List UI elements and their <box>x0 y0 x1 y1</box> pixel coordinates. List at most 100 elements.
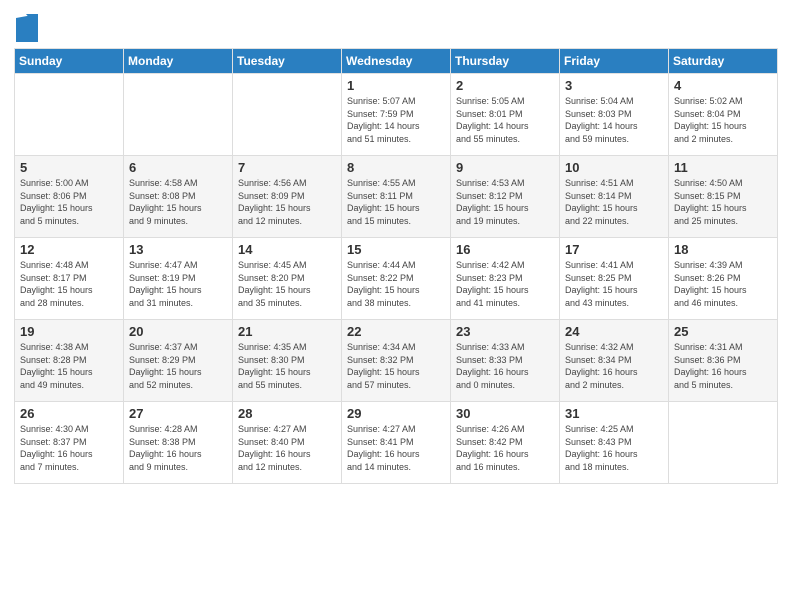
cell-info: Sunrise: 4:37 AM Sunset: 8:29 PM Dayligh… <box>129 341 227 391</box>
day-number: 23 <box>456 324 554 339</box>
header <box>14 10 778 42</box>
calendar-cell: 3 Sunrise: 5:04 AM Sunset: 8:03 PM Daylig… <box>560 74 669 156</box>
week-row: 5 Sunrise: 5:00 AM Sunset: 8:06 PM Daylig… <box>15 156 778 238</box>
day-number: 21 <box>238 324 336 339</box>
calendar-cell: 11 Sunrise: 4:50 AM Sunset: 8:15 PM Dayli… <box>669 156 778 238</box>
page: SundayMondayTuesdayWednesdayThursdayFrid… <box>0 0 792 498</box>
calendar-body: 1Sunrise: 5:07 AM Sunset: 7:59 PM Daylig… <box>15 74 778 484</box>
day-number: 10 <box>565 160 663 175</box>
calendar-cell <box>124 74 233 156</box>
day-number: 22 <box>347 324 445 339</box>
calendar-cell: 23 Sunrise: 4:33 AM Sunset: 8:33 PM Dayli… <box>451 320 560 402</box>
cell-info: Sunrise: 4:32 AM Sunset: 8:34 PM Dayligh… <box>565 341 663 391</box>
cell-info: Sunrise: 4:56 AM Sunset: 8:09 PM Dayligh… <box>238 177 336 227</box>
calendar-cell: 20Sunrise: 4:37 AM Sunset: 8:29 PM Dayli… <box>124 320 233 402</box>
day-number: 28 <box>238 406 336 421</box>
calendar-cell: 18 Sunrise: 4:39 AM Sunset: 8:26 PM Dayli… <box>669 238 778 320</box>
calendar-cell <box>15 74 124 156</box>
cell-info: Sunrise: 4:50 AM Sunset: 8:15 PM Dayligh… <box>674 177 772 227</box>
calendar-cell: 25 Sunrise: 4:31 AM Sunset: 8:36 PM Dayli… <box>669 320 778 402</box>
header-cell-friday: Friday <box>560 49 669 74</box>
day-number: 31 <box>565 406 663 421</box>
day-number: 27 <box>129 406 227 421</box>
day-number: 13 <box>129 242 227 257</box>
day-number: 1 <box>347 78 445 93</box>
calendar-cell <box>669 402 778 484</box>
cell-info: Sunrise: 4:53 AM Sunset: 8:12 PM Dayligh… <box>456 177 554 227</box>
day-number: 5 <box>20 160 118 175</box>
calendar-table: SundayMondayTuesdayWednesdayThursdayFrid… <box>14 48 778 484</box>
cell-info: Sunrise: 4:42 AM Sunset: 8:23 PM Dayligh… <box>456 259 554 309</box>
header-cell-sunday: Sunday <box>15 49 124 74</box>
day-number: 24 <box>565 324 663 339</box>
cell-info: Sunrise: 4:27 AM Sunset: 8:40 PM Dayligh… <box>238 423 336 473</box>
day-number: 16 <box>456 242 554 257</box>
day-number: 7 <box>238 160 336 175</box>
cell-info: Sunrise: 4:30 AM Sunset: 8:37 PM Dayligh… <box>20 423 118 473</box>
cell-info: Sunrise: 4:33 AM Sunset: 8:33 PM Dayligh… <box>456 341 554 391</box>
day-number: 4 <box>674 78 772 93</box>
cell-info: Sunrise: 5:00 AM Sunset: 8:06 PM Dayligh… <box>20 177 118 227</box>
day-number: 14 <box>238 242 336 257</box>
calendar-cell: 30Sunrise: 4:26 AM Sunset: 8:42 PM Dayli… <box>451 402 560 484</box>
day-number: 30 <box>456 406 554 421</box>
calendar-cell: 19 Sunrise: 4:38 AM Sunset: 8:28 PM Dayli… <box>15 320 124 402</box>
cell-info: Sunrise: 4:38 AM Sunset: 8:28 PM Dayligh… <box>20 341 118 391</box>
calendar-cell: 21 Sunrise: 4:35 AM Sunset: 8:30 PM Dayli… <box>233 320 342 402</box>
calendar-cell <box>233 74 342 156</box>
cell-info: Sunrise: 4:44 AM Sunset: 8:22 PM Dayligh… <box>347 259 445 309</box>
calendar-cell: 12 Sunrise: 4:48 AM Sunset: 8:17 PM Dayli… <box>15 238 124 320</box>
cell-info: Sunrise: 5:04 AM Sunset: 8:03 PM Dayligh… <box>565 95 663 145</box>
day-number: 2 <box>456 78 554 93</box>
cell-info: Sunrise: 4:25 AM Sunset: 8:43 PM Dayligh… <box>565 423 663 473</box>
cell-info: Sunrise: 4:39 AM Sunset: 8:26 PM Dayligh… <box>674 259 772 309</box>
week-row: 26 Sunrise: 4:30 AM Sunset: 8:37 PM Dayli… <box>15 402 778 484</box>
header-cell-tuesday: Tuesday <box>233 49 342 74</box>
header-cell-monday: Monday <box>124 49 233 74</box>
cell-info: Sunrise: 4:31 AM Sunset: 8:36 PM Dayligh… <box>674 341 772 391</box>
cell-info: Sunrise: 4:47 AM Sunset: 8:19 PM Dayligh… <box>129 259 227 309</box>
week-row: 19 Sunrise: 4:38 AM Sunset: 8:28 PM Dayli… <box>15 320 778 402</box>
calendar-cell: 10Sunrise: 4:51 AM Sunset: 8:14 PM Dayli… <box>560 156 669 238</box>
calendar-cell: 8Sunrise: 4:55 AM Sunset: 8:11 PM Daylig… <box>342 156 451 238</box>
calendar-cell: 4 Sunrise: 5:02 AM Sunset: 8:04 PM Daylig… <box>669 74 778 156</box>
day-number: 11 <box>674 160 772 175</box>
day-number: 19 <box>20 324 118 339</box>
cell-info: Sunrise: 4:28 AM Sunset: 8:38 PM Dayligh… <box>129 423 227 473</box>
calendar-cell: 31 Sunrise: 4:25 AM Sunset: 8:43 PM Dayli… <box>560 402 669 484</box>
calendar-cell: 7 Sunrise: 4:56 AM Sunset: 8:09 PM Daylig… <box>233 156 342 238</box>
calendar-cell: 24 Sunrise: 4:32 AM Sunset: 8:34 PM Dayli… <box>560 320 669 402</box>
week-row: 12 Sunrise: 4:48 AM Sunset: 8:17 PM Dayli… <box>15 238 778 320</box>
calendar-cell: 17Sunrise: 4:41 AM Sunset: 8:25 PM Dayli… <box>560 238 669 320</box>
calendar-cell: 29 Sunrise: 4:27 AM Sunset: 8:41 PM Dayli… <box>342 402 451 484</box>
cell-info: Sunrise: 5:02 AM Sunset: 8:04 PM Dayligh… <box>674 95 772 145</box>
day-number: 25 <box>674 324 772 339</box>
calendar-cell: 5 Sunrise: 5:00 AM Sunset: 8:06 PM Daylig… <box>15 156 124 238</box>
header-cell-wednesday: Wednesday <box>342 49 451 74</box>
day-number: 12 <box>20 242 118 257</box>
cell-info: Sunrise: 5:05 AM Sunset: 8:01 PM Dayligh… <box>456 95 554 145</box>
day-number: 26 <box>20 406 118 421</box>
cell-info: Sunrise: 4:35 AM Sunset: 8:30 PM Dayligh… <box>238 341 336 391</box>
calendar-cell: 6Sunrise: 4:58 AM Sunset: 8:08 PM Daylig… <box>124 156 233 238</box>
day-number: 15 <box>347 242 445 257</box>
calendar-cell: 26 Sunrise: 4:30 AM Sunset: 8:37 PM Dayli… <box>15 402 124 484</box>
day-number: 3 <box>565 78 663 93</box>
calendar-cell: 1Sunrise: 5:07 AM Sunset: 7:59 PM Daylig… <box>342 74 451 156</box>
calendar-cell: 13 Sunrise: 4:47 AM Sunset: 8:19 PM Dayli… <box>124 238 233 320</box>
calendar-cell: 27 Sunrise: 4:28 AM Sunset: 8:38 PM Dayli… <box>124 402 233 484</box>
header-cell-thursday: Thursday <box>451 49 560 74</box>
day-number: 29 <box>347 406 445 421</box>
day-number: 18 <box>674 242 772 257</box>
day-number: 17 <box>565 242 663 257</box>
calendar-header: SundayMondayTuesdayWednesdayThursdayFrid… <box>15 49 778 74</box>
calendar-cell: 22 Sunrise: 4:34 AM Sunset: 8:32 PM Dayli… <box>342 320 451 402</box>
day-number: 6 <box>129 160 227 175</box>
logo-icon <box>16 14 38 42</box>
day-number: 9 <box>456 160 554 175</box>
calendar-cell: 14Sunrise: 4:45 AM Sunset: 8:20 PM Dayli… <box>233 238 342 320</box>
cell-info: Sunrise: 4:27 AM Sunset: 8:41 PM Dayligh… <box>347 423 445 473</box>
cell-info: Sunrise: 4:34 AM Sunset: 8:32 PM Dayligh… <box>347 341 445 391</box>
cell-info: Sunrise: 4:48 AM Sunset: 8:17 PM Dayligh… <box>20 259 118 309</box>
header-cell-saturday: Saturday <box>669 49 778 74</box>
